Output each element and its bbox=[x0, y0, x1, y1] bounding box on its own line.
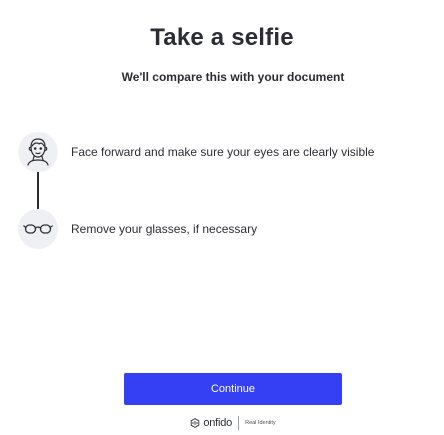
footer-brand-name: onfido bbox=[203, 417, 233, 429]
selfie-intro-screen: Take a selfie We'll compare this with yo… bbox=[0, 0, 444, 435]
continue-button[interactable]: Continue bbox=[124, 373, 342, 405]
page-subtitle: We'll compare this with your document bbox=[121, 70, 345, 84]
onfido-logo: onfido bbox=[190, 417, 232, 429]
face-icon bbox=[18, 132, 58, 172]
footer-branding: onfido Real Identity bbox=[0, 416, 444, 430]
instruction-step-face: Face forward and make sure your eyes are… bbox=[18, 132, 374, 172]
footer-divider bbox=[238, 416, 240, 430]
step-connector-line bbox=[37, 172, 39, 209]
onfido-logo-icon bbox=[191, 418, 200, 428]
glasses-icon bbox=[18, 209, 58, 249]
instruction-step-glasses: Remove your glasses, if necessary bbox=[18, 209, 257, 249]
page-title: Take a selfie bbox=[150, 24, 294, 51]
instruction-text-glasses: Remove your glasses, if necessary bbox=[71, 222, 258, 236]
footer-tagline: Real Identity bbox=[245, 420, 276, 426]
instruction-text-face: Face forward and make sure your eyes are… bbox=[71, 145, 375, 159]
